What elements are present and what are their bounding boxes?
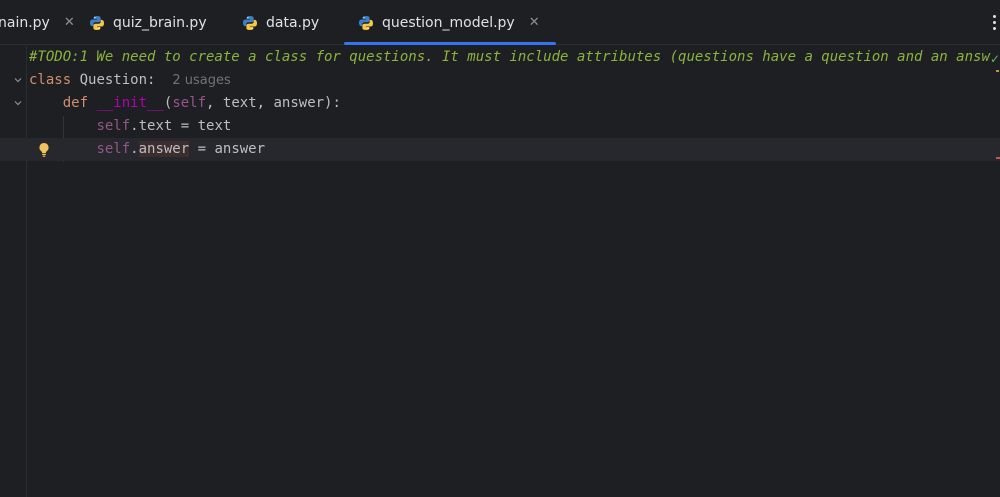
params: , text, answer): [206, 95, 341, 111]
more-options-icon[interactable] [990, 10, 998, 34]
keyword-def: def [62, 95, 89, 111]
tab-quiz-brain-py[interactable]: quiz_brain.py [89, 0, 207, 45]
warning-stripe-mark[interactable] [996, 70, 999, 72]
assignment: .text = text [130, 118, 232, 134]
python-file-icon [243, 15, 257, 30]
code-line-4: self.text = text [0, 115, 1000, 138]
inspection-ok-icon[interactable]: ✓ [990, 52, 1000, 66]
assignment: = answer [189, 141, 266, 157]
python-file-icon [90, 15, 104, 30]
close-icon[interactable]: ✕ [529, 15, 540, 30]
tab-main-py[interactable]: nain.py ✕ [0, 0, 75, 45]
python-file-icon [359, 15, 373, 30]
todo-comment: #TODO:1 We need to create a class for qu… [29, 49, 990, 65]
self-ref: self [96, 141, 131, 157]
code-line-3: def __init__(self, text, answer): [0, 92, 1000, 115]
close-icon[interactable]: ✕ [64, 15, 75, 30]
tab-data-py[interactable]: data.py [242, 0, 319, 45]
code-editor[interactable]: #TODO:1 We need to create a class for qu… [0, 46, 1000, 497]
tab-label: quiz_brain.py [113, 14, 207, 31]
tab-label: question_model.py [382, 14, 515, 31]
error-stripe-mark[interactable] [996, 157, 1000, 159]
fold-arrow-icon[interactable] [13, 75, 23, 85]
function-name: __init__ [96, 95, 164, 111]
editor-tab-bar: nain.py ✕ quiz_brain.py data.py question… [0, 0, 1000, 45]
code-line-5: self.answer = answer [0, 138, 1000, 161]
keyword-class: class [29, 72, 72, 88]
tab-question-model-py[interactable]: question_model.py ✕ [344, 0, 556, 45]
code-line-2: class Question: 2 usages [0, 69, 1000, 92]
tab-label: data.py [266, 14, 320, 31]
self-param: self [172, 95, 207, 111]
usages-hint[interactable]: 2 usages [172, 73, 230, 88]
active-tab-indicator [344, 42, 556, 45]
class-name: Question: [71, 72, 156, 88]
fold-arrow-icon[interactable] [13, 98, 23, 108]
self-ref: self [96, 118, 131, 134]
highlighted-attribute[interactable]: answer [138, 141, 190, 157]
code-line-1: #TODO:1 We need to create a class for qu… [0, 46, 1000, 69]
tab-label: nain.py [0, 14, 50, 31]
